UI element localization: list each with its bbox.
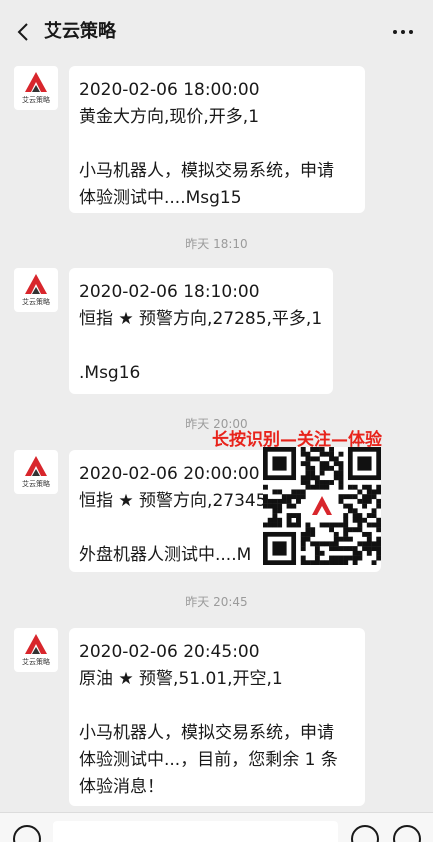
message-line xyxy=(79,131,355,158)
message-input[interactable] xyxy=(53,821,338,842)
message-line: 小马机器人，模拟交易系统，申请 xyxy=(79,161,334,181)
emoji-icon[interactable] xyxy=(351,825,379,842)
back-chevron-icon[interactable] xyxy=(12,20,36,44)
avatar-label: 艾云策略 xyxy=(22,298,50,306)
message-bubble[interactable]: 2020-02-06 18:00:00 黄金大方向,现价,开多,1 小马机器人，… xyxy=(69,66,365,213)
message-line: 原油 ★ 预警,51.01,开空,1 xyxy=(79,669,283,689)
message-line: 小马机器人，模拟交易系统，申请 xyxy=(79,723,334,743)
sender-avatar[interactable]: 艾云策略 xyxy=(14,268,58,312)
message-line: 体验消息！ xyxy=(79,777,164,797)
logo-icon xyxy=(25,72,47,92)
plus-icon[interactable] xyxy=(393,825,421,842)
message-line: .Msg16 xyxy=(79,363,141,383)
message-line xyxy=(79,333,323,360)
message-bubble[interactable]: 2020-02-06 18:10:00 恒指 ★ 预警方向,27285,平多,1… xyxy=(69,268,333,394)
chat-header: 艾云策略 xyxy=(0,0,433,64)
message-line xyxy=(79,693,355,720)
sender-avatar[interactable]: 艾云策略 xyxy=(14,450,58,494)
avatar-label: 艾云策略 xyxy=(22,96,50,104)
logo-icon xyxy=(25,274,47,294)
timestamp: 昨天 20:45 xyxy=(185,595,248,609)
qr-code[interactable] xyxy=(263,447,381,565)
input-bar xyxy=(0,812,433,842)
message-line: 体验测试中...，目前，您剩余 1 条 xyxy=(79,750,338,770)
chat-title: 艾云策略 xyxy=(44,21,116,42)
timestamp: 昨天 18:10 xyxy=(185,237,248,251)
message-time: 2020-02-06 18:10:00 xyxy=(79,282,260,302)
avatar-label: 艾云策略 xyxy=(22,480,50,488)
message-line: 黄金大方向,现价,开多,1 xyxy=(79,107,260,127)
message-line: 恒指 ★ 预警方向,27285,平多,1 xyxy=(79,309,323,329)
more-dots-icon[interactable] xyxy=(391,24,415,40)
voice-icon[interactable] xyxy=(13,825,41,842)
message-time: 2020-02-06 18:00:00 xyxy=(79,80,260,100)
message-line: 体验测试中....Msg15 xyxy=(79,188,242,208)
sender-avatar[interactable]: 艾云策略 xyxy=(14,66,58,110)
logo-icon xyxy=(25,456,47,476)
sender-avatar[interactable]: 艾云策略 xyxy=(14,628,58,672)
qr-code-icon xyxy=(263,447,381,565)
message-bubble[interactable]: 2020-02-06 20:45:00 原油 ★ 预警,51.01,开空,1 小… xyxy=(69,628,365,806)
avatar-label: 艾云策略 xyxy=(22,658,50,666)
message-time: 2020-02-06 20:45:00 xyxy=(79,642,260,662)
logo-icon xyxy=(25,634,47,654)
